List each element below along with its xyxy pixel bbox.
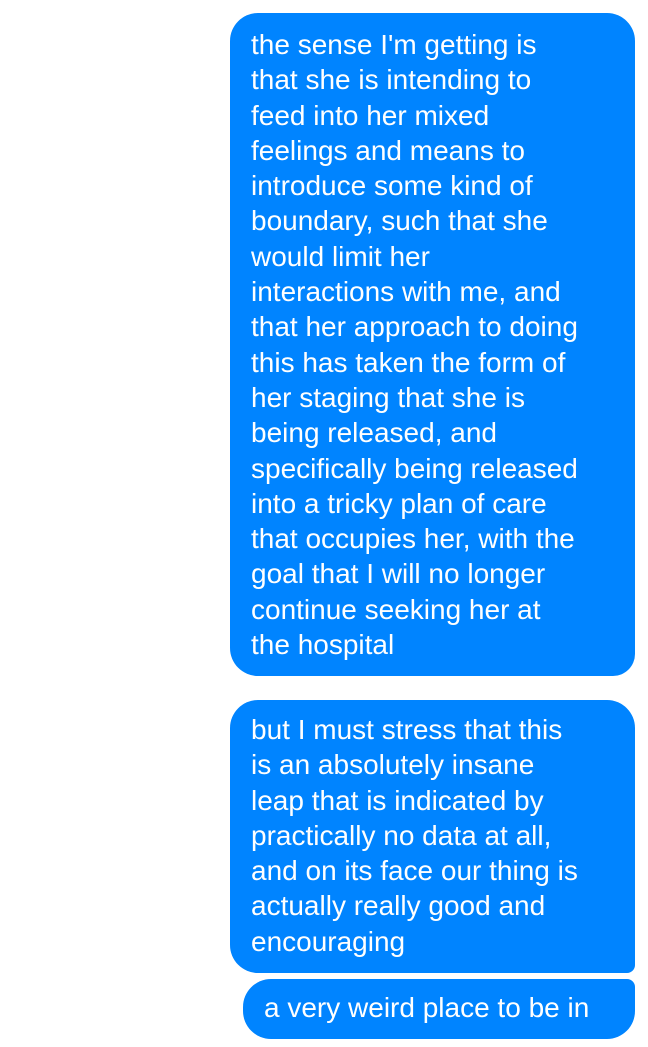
message-bubble[interactable]: the sense I'm getting is that she is int… [230,13,635,676]
message-line: her staging that she is [251,381,525,413]
message-line: feelings and means to [251,134,525,166]
message-line: leap that is indicated by [251,784,544,816]
message-line: is an absolutely insane [251,749,535,781]
message-line: that her approach to doing [251,311,578,343]
message-line: goal that I will no longer [251,558,546,590]
message-line: interactions with me, and [251,276,561,308]
message-line: specifically being released [251,452,578,484]
message-line: being released, and [251,417,497,449]
message-line: boundary, such that she [251,205,548,237]
message-line: that occupies her, with the [251,523,575,555]
message-bubble[interactable]: a very weird place to be in [243,979,635,1039]
message-line: this has taken the form of [251,346,566,378]
message-line: encouraging [251,925,406,957]
message-line: actually really good and [251,890,546,922]
message-line: continue seeking her at [251,593,541,625]
message-line: a very weird place to be in [264,992,590,1023]
message-line: introduce some kind of [251,170,533,202]
message-thread: the sense I'm getting is that she is int… [0,0,648,1047]
message-line: that she is intending to [251,64,532,96]
message-line: practically no data at all, [251,819,552,851]
message-line: into a tricky plan of care [251,487,547,519]
message-bubble[interactable]: but I must stress that this is an absolu… [230,700,635,973]
message-line: the hospital [251,629,395,661]
message-line: the sense I'm getting is [251,29,537,60]
message-line: feed into her mixed [251,99,490,131]
message-line: and on its face our thing is [251,855,578,887]
message-line: would limit her [251,240,430,272]
message-line: but I must stress that this [251,714,563,745]
